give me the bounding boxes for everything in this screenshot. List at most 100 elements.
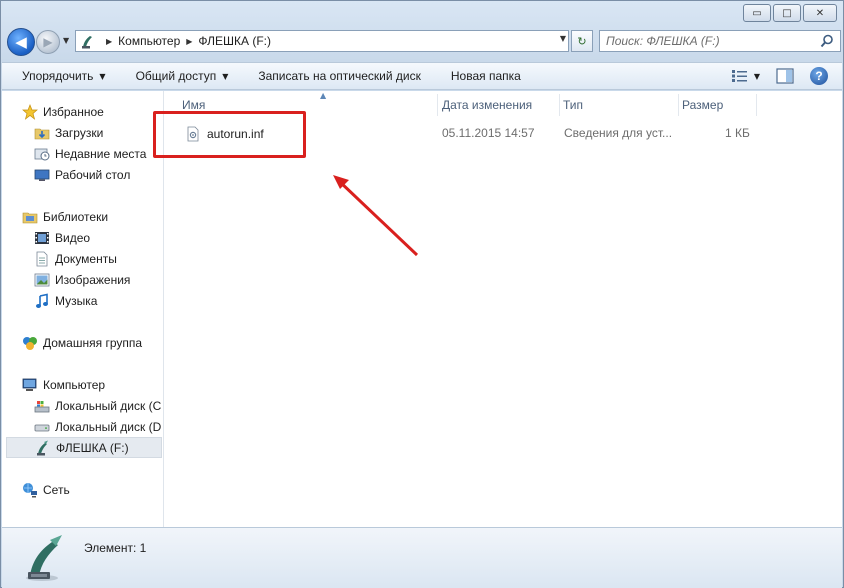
recent-pages-dropdown[interactable]: ▼ — [63, 36, 69, 45]
column-label: Размер — [682, 98, 724, 112]
nav-computer[interactable]: Компьютер — [22, 374, 105, 395]
chevron-down-icon: ▼ — [753, 71, 760, 81]
nav-label: Компьютер — [43, 377, 106, 392]
address-row: ◀ ▶ ▼ ▶ Компьютер ▶ ФЛЕШКА (F:) ▼ ↻ Поис… — [5, 28, 841, 56]
nav-desktop[interactable]: Рабочий стол — [34, 164, 130, 185]
file-size: 1 КБ — [725, 126, 750, 140]
help-icon[interactable]: ? — [810, 67, 828, 85]
nav-video[interactable]: Видео — [34, 227, 90, 248]
nav-network[interactable]: Сеть — [22, 479, 70, 500]
nav-label: Изображения — [55, 272, 131, 287]
libraries-icon — [22, 212, 38, 223]
navigation-pane: Избранное Загрузки Недавние места Рабочи… — [2, 91, 164, 527]
refresh-button[interactable]: ↻ — [571, 30, 593, 52]
disk-drive-icon — [34, 424, 50, 431]
nav-label: Локальный диск (D — [55, 419, 162, 434]
downloads-folder-icon — [34, 128, 50, 139]
address-bar[interactable]: ▶ Компьютер ▶ ФЛЕШКА (F:) ▼ — [75, 30, 569, 52]
nav-label: Избранное — [43, 104, 104, 119]
share-label: Общий доступ — [135, 69, 217, 83]
nav-label: Видео — [55, 230, 91, 245]
nav-documents[interactable]: Документы — [34, 248, 117, 269]
view-options-button[interactable]: ▼ — [731, 69, 760, 83]
file-list: Имя ▲ Дата изменения Тип Размер autorun.… — [153, 91, 842, 527]
view-list-icon — [731, 70, 747, 82]
column-header-date[interactable]: Дата изменения — [442, 94, 560, 116]
back-button[interactable]: ◀ — [7, 28, 35, 56]
file-date: 05.11.2015 14:57 — [442, 126, 535, 140]
flash-drive-icon — [26, 535, 62, 581]
burn-label: Записать на оптический диск — [258, 69, 421, 83]
share-button[interactable]: Общий доступ ▼ — [136, 69, 229, 83]
organize-button[interactable]: Упорядочить ▼ — [22, 69, 106, 83]
star-icon — [22, 103, 38, 120]
column-header-type[interactable]: Тип — [563, 94, 679, 116]
nav-label: Локальный диск (C — [55, 398, 162, 413]
chevron-down-icon: ▼ — [222, 71, 229, 81]
column-label: Дата изменения — [442, 98, 533, 112]
nav-label: Рабочий стол — [55, 167, 131, 182]
annotation-highlight-box — [153, 111, 306, 158]
minimize-button[interactable]: ▭ — [743, 4, 771, 22]
nav-label: Недавние места — [55, 146, 147, 161]
explorer-window: ▭ □ ✕ ◀ ▶ ▼ ▶ Компьютер ▶ ФЛЕШКА (F:) ▼ … — [0, 0, 844, 588]
breadcrumb-separator[interactable]: ▶ — [106, 37, 112, 46]
main-area: Избранное Загрузки Недавние места Рабочи… — [2, 91, 842, 527]
burn-button[interactable]: Записать на оптический диск — [258, 69, 421, 83]
column-label: Имя — [182, 98, 206, 112]
recent-places-icon — [34, 148, 50, 160]
nav-libraries[interactable]: Библиотеки — [22, 206, 108, 227]
annotation-arrow — [333, 175, 419, 257]
music-note-icon — [36, 293, 48, 308]
breadcrumb-separator[interactable]: ▶ — [186, 37, 192, 46]
nav-music[interactable]: Музыка — [34, 290, 97, 311]
flash-drive-icon — [37, 440, 48, 455]
system-disk-icon — [34, 400, 50, 412]
video-icon — [35, 231, 49, 244]
nav-label: Документы — [55, 251, 117, 266]
search-placeholder: Поиск: ФЛЕШКА (F:) — [606, 34, 720, 48]
nav-favorites[interactable]: Избранное — [22, 101, 104, 122]
column-header-size[interactable]: Размер — [682, 94, 757, 116]
breadcrumb-flash[interactable]: ФЛЕШКА (F:) — [198, 34, 271, 48]
organize-label: Упорядочить — [22, 69, 94, 83]
toolbar-right: ▼ ? — [731, 67, 828, 85]
documents-icon — [36, 251, 48, 266]
new-folder-label: Новая папка — [450, 69, 521, 83]
nav-downloads[interactable]: Загрузки — [34, 122, 103, 143]
search-input[interactable]: Поиск: ФЛЕШКА (F:) — [599, 30, 841, 52]
nav-disk-c[interactable]: Локальный диск (C — [34, 395, 161, 416]
nav-label: Библиотеки — [43, 209, 109, 224]
details-pane: Элемент: 1 — [2, 527, 842, 588]
maximize-button[interactable]: □ — [773, 4, 801, 22]
column-label: Тип — [563, 98, 584, 112]
search-icon[interactable] — [820, 34, 834, 51]
file-type: Сведения для уст... — [564, 126, 673, 140]
nav-label: ФЛЕШКА (F:) — [56, 440, 129, 455]
flash-drive-icon — [82, 36, 92, 49]
nav-disk-d[interactable]: Локальный диск (D — [34, 416, 161, 437]
address-dropdown[interactable]: ▼ — [560, 34, 566, 43]
close-button[interactable]: ✕ — [803, 4, 837, 22]
preview-pane-icon[interactable] — [776, 68, 794, 84]
nav-pictures[interactable]: Изображения — [34, 269, 130, 290]
nav-recent[interactable]: Недавние места — [34, 143, 146, 164]
caption-buttons: ▭ □ ✕ — [743, 4, 837, 22]
desktop-icon — [34, 169, 50, 181]
command-bar: Упорядочить ▼ Общий доступ ▼ Записать на… — [2, 62, 842, 90]
chevron-down-icon: ▼ — [99, 71, 106, 81]
nav-label: Домашняя группа — [43, 335, 143, 350]
nav-homegroup[interactable]: Домашняя группа — [22, 332, 142, 353]
nav-label: Загрузки — [55, 125, 104, 140]
nav-flash-drive[interactable]: ФЛЕШКА (F:) — [6, 437, 162, 458]
forward-button[interactable]: ▶ — [36, 30, 60, 54]
nav-label: Сеть — [43, 482, 70, 497]
nav-label: Музыка — [55, 293, 98, 308]
new-folder-button[interactable]: Новая папка — [451, 69, 521, 83]
pictures-icon — [34, 273, 50, 286]
computer-icon — [22, 378, 37, 391]
network-icon — [23, 482, 37, 497]
homegroup-icon — [23, 336, 37, 350]
breadcrumb-computer[interactable]: Компьютер — [118, 34, 180, 48]
sort-ascending-icon: ▲ — [320, 91, 327, 100]
